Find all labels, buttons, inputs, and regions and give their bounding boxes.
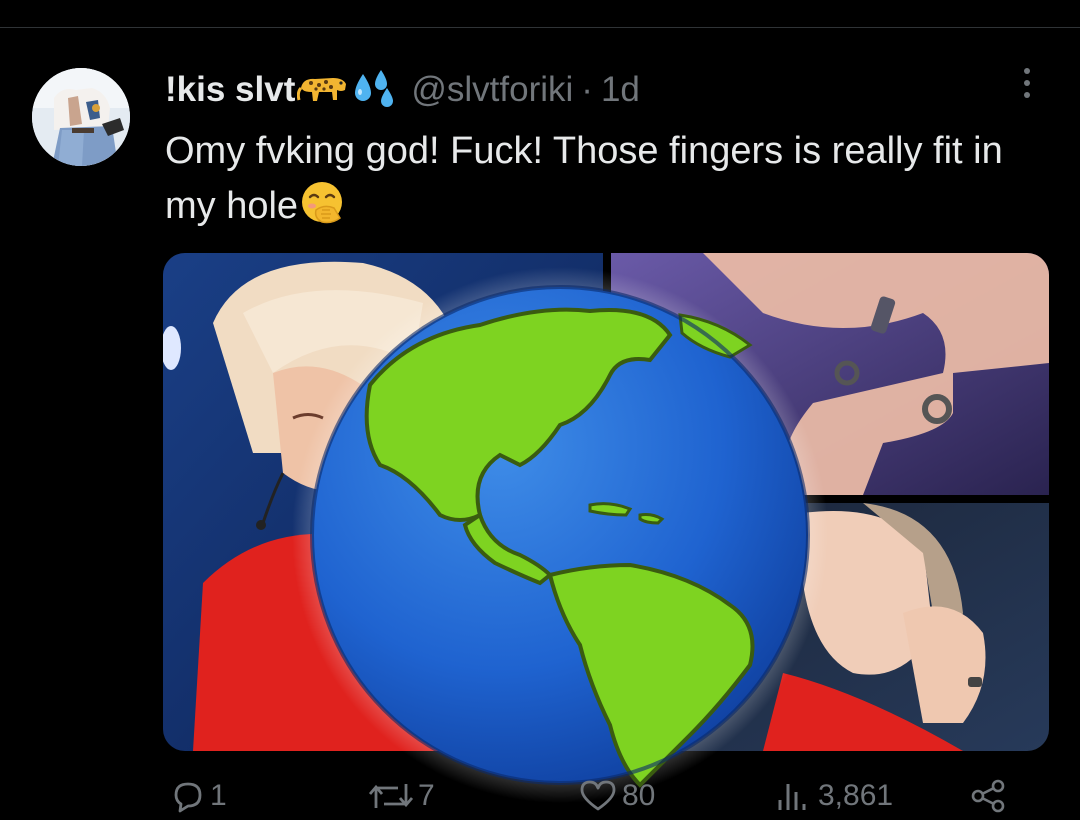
vertical-ellipsis-icon [1024,68,1030,98]
share-button[interactable] [968,778,1008,814]
sweat-droplets-emoji-icon [351,68,397,113]
tweet-header: !kis slvt @slvtforiki · 1d [165,66,640,114]
reply-count: 1 [210,779,227,812]
avatar[interactable] [32,68,130,166]
header-separator: · [581,70,593,109]
top-divider [0,27,1080,28]
like-button[interactable]: 80 [578,778,655,814]
bar-chart-icon [778,784,806,810]
globe-showing-americas-emoji-icon [290,265,830,805]
display-name[interactable]: !kis slvt [165,70,295,110]
tweet-text: Omy fvking god! Fuck! Those fingers is r… [165,124,1025,242]
repost-button[interactable]: 7 [368,778,435,814]
user-handle[interactable]: @slvtforiki [411,70,573,110]
views-count: 3,861 [818,779,894,812]
face-with-hand-over-mouth-emoji-icon [300,180,346,242]
heart-icon [580,780,616,811]
tweet-actions: 1 7 80 3,861 [0,778,1080,820]
tweet-timestamp[interactable]: 1d [601,70,640,110]
more-options-button[interactable] [1010,66,1044,100]
avatar-image [32,68,130,166]
repost-count: 7 [418,779,435,812]
repost-arrows-icon [368,784,414,808]
like-count: 80 [622,779,656,812]
share-icon [971,779,1005,813]
reply-button[interactable]: 1 [170,778,227,814]
tweet-text-content: Omy fvking god! Fuck! Those fingers is r… [165,130,1003,227]
speech-bubble-icon [174,782,202,813]
leopard-emoji-icon [297,70,349,111]
views-button[interactable]: 3,861 [774,778,893,814]
